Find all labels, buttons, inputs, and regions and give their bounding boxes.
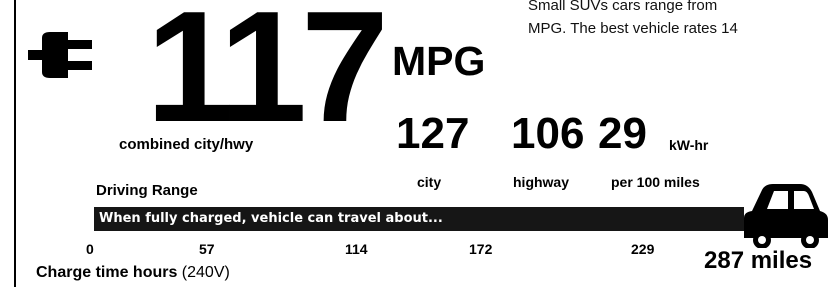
charge-time: Charge time hours (240V) (36, 264, 230, 282)
charge-time-label: Charge time hours (36, 264, 178, 281)
city-mpg-value: 127 (396, 109, 470, 158)
range-tick-4: 229 (631, 241, 655, 257)
kwh-value: 29 (598, 109, 647, 158)
city-label: city (417, 174, 442, 190)
driving-range-title: Driving Range (96, 182, 198, 199)
total-range: 287 miles (704, 247, 813, 274)
description-line-1: Small SUVs cars range from (528, 0, 718, 14)
highway-label: highway (513, 174, 570, 190)
charge-time-voltage: (240V) (177, 264, 230, 281)
range-tick-0: 0 (86, 241, 94, 257)
plug-icon (28, 32, 92, 78)
range-bar: When fully charged, vehicle can travel a… (94, 207, 744, 231)
mpg-unit: MPG (392, 38, 486, 84)
range-bar-text: When fully charged, vehicle can travel a… (99, 211, 443, 226)
kwh-per-100-label: per 100 miles (611, 174, 700, 190)
range-tick-3: 172 (469, 241, 493, 257)
highway-mpg-value: 106 (511, 109, 585, 158)
label-frame (0, 0, 16, 287)
kwh-unit: kW-hr (669, 137, 709, 153)
combined-mpg-value: 117 (146, 0, 389, 155)
description-line-2: MPG. The best vehicle rates 14 (528, 20, 738, 37)
class-description: Small SUVs cars range from MPG. The best… (528, 0, 828, 40)
combined-label: combined city/hwy (119, 136, 254, 153)
car-icon (744, 184, 828, 248)
range-tick-2: 114 (345, 241, 368, 257)
range-tick-1: 57 (199, 241, 215, 257)
